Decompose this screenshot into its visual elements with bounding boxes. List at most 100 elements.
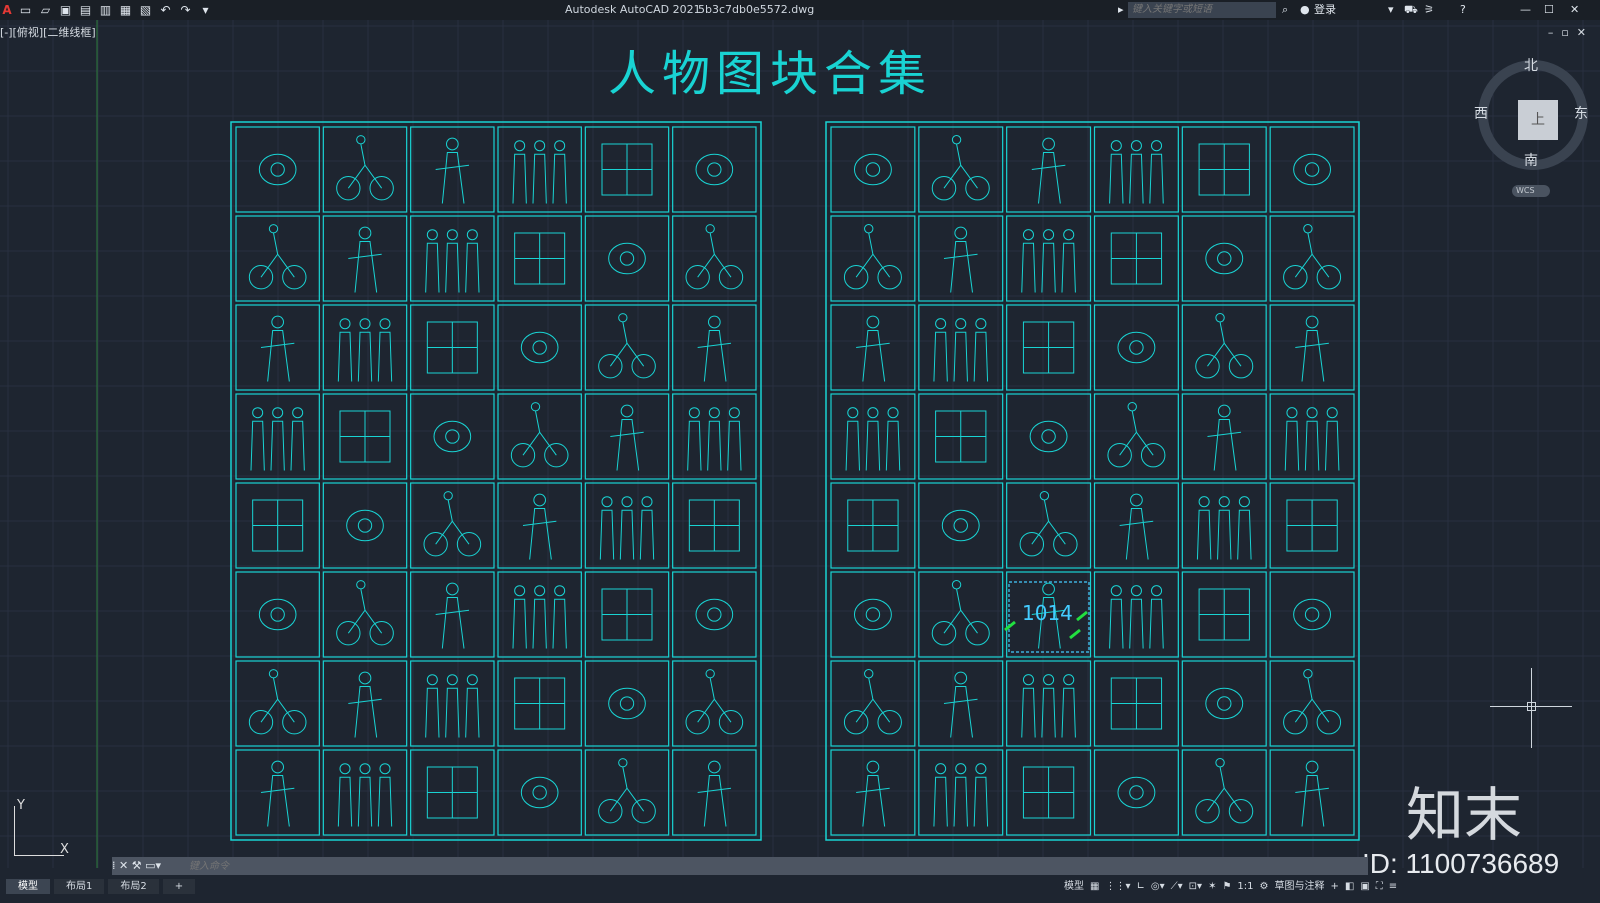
undo-icon[interactable]: ↶: [157, 2, 174, 18]
help-icon[interactable]: ?: [1460, 2, 1466, 18]
right-block-figure: [1041, 429, 1056, 444]
right-block-figure: [954, 671, 968, 685]
ortho-icon[interactable]: ∟: [1136, 879, 1144, 895]
left-block-figure: [533, 493, 547, 507]
cart-icon[interactable]: ⛟: [1404, 2, 1418, 18]
left-block-figure: [599, 509, 615, 560]
tab-layout1[interactable]: 布局1: [54, 879, 105, 894]
left-block-cell: [410, 660, 495, 747]
tab-model[interactable]: 模型: [6, 879, 50, 894]
left-block-figure: [377, 331, 393, 382]
search-icon[interactable]: ⌕: [1282, 2, 1288, 18]
compass-west[interactable]: 西: [1474, 103, 1488, 123]
viewcube-top-face[interactable]: 上: [1518, 100, 1558, 140]
customize-dropdown-icon[interactable]: ▾: [197, 2, 214, 18]
command-history-icon[interactable]: ▭▾: [145, 859, 161, 872]
right-block-figure: [867, 407, 879, 419]
isolate-icon[interactable]: ◧: [1345, 879, 1354, 895]
save-icon[interactable]: ▣: [57, 2, 74, 18]
grid-icon[interactable]: ▦: [1090, 879, 1099, 895]
drawing-minimize-icon[interactable]: –: [1548, 26, 1562, 39]
left-block-figure: [435, 152, 470, 204]
customization-menu-icon[interactable]: ≡: [1389, 879, 1397, 895]
command-input[interactable]: [185, 857, 885, 875]
drawing-restore-icon[interactable]: ▫: [1561, 26, 1576, 39]
left-block-figure: [619, 251, 635, 266]
left-block-figure: [618, 758, 628, 768]
left-block-figure: [727, 420, 742, 471]
left-block-figure: [514, 140, 526, 152]
polar-icon[interactable]: ◎▾: [1151, 879, 1165, 895]
osnap-icon[interactable]: ⊡▾: [1189, 879, 1202, 895]
right-block-figure: [1207, 419, 1242, 471]
close-command-icon[interactable]: ✕: [119, 859, 128, 872]
annotation-scale-label[interactable]: 1:1: [1237, 879, 1253, 895]
grip-icon[interactable]: ⁞: [112, 859, 116, 872]
left-block-figure: [530, 402, 541, 412]
search-input[interactable]: [1128, 2, 1276, 18]
tab-layout2[interactable]: 布局2: [108, 879, 159, 894]
compass-south[interactable]: 南: [1524, 150, 1538, 170]
right-block-figure: [1129, 340, 1144, 355]
right-block-cell: [918, 215, 1004, 302]
quick-access-toolbar: A ▭ ▱ ▣ ▤ ▥ ▦ ▧ ↶ ↷ ▾: [0, 2, 214, 18]
expand-arrow-icon[interactable]: ▸: [1118, 2, 1124, 18]
left-block-cell: [672, 304, 757, 391]
autocad-logo-icon[interactable]: A: [0, 2, 14, 18]
right-block-figure: [1294, 677, 1330, 723]
right-block-cell: [918, 482, 1004, 569]
right-block-cell: [1093, 126, 1179, 213]
left-block-figure: [608, 687, 646, 720]
workspace-switch[interactable]: 草图与注释: [1274, 879, 1324, 895]
right-block-figure: [1041, 687, 1056, 738]
minimize-icon[interactable]: —: [1520, 2, 1531, 18]
print-icon[interactable]: ▧: [137, 2, 154, 18]
left-block-figure: [348, 241, 382, 293]
settings-gear-icon[interactable]: ⚙: [1260, 879, 1269, 895]
right-block-figure: [1022, 229, 1034, 241]
left-block-figure: [443, 491, 453, 501]
login-dropdown-icon[interactable]: ▾: [1388, 2, 1394, 18]
viewport-controls-label[interactable]: [-][俯视][二维线框]: [0, 24, 96, 40]
customize-wrench-icon[interactable]: ⚒: [132, 859, 142, 872]
clean-screen-icon[interactable]: ⛶: [1376, 879, 1383, 895]
redo-icon[interactable]: ↷: [177, 2, 194, 18]
wcs-menu[interactable]: WCS: [1512, 185, 1550, 197]
left-block-figure: [552, 598, 567, 649]
a360-icon[interactable]: ⚞: [1424, 2, 1434, 18]
plus-icon[interactable]: +: [1330, 879, 1338, 895]
new-file-icon[interactable]: ▭: [17, 2, 34, 18]
login-button[interactable]: 登录: [1314, 2, 1336, 18]
left-block-figure: [695, 153, 734, 186]
isodraft-icon[interactable]: ⟋▾: [1171, 879, 1183, 895]
snap-icon[interactable]: ⋮⋮▾: [1105, 879, 1130, 895]
right-block-figure: [1031, 499, 1066, 545]
left-block-cell: [584, 393, 670, 480]
publish-icon[interactable]: ▥: [97, 2, 114, 18]
add-layout-button[interactable]: +: [162, 879, 196, 894]
maximize-icon[interactable]: ☐: [1544, 2, 1554, 18]
save-as-icon[interactable]: ▤: [77, 2, 94, 18]
drawing-canvas[interactable]: 1014: [0, 20, 1600, 868]
compass-north[interactable]: 北: [1524, 55, 1538, 75]
plot-icon[interactable]: ▦: [117, 2, 134, 18]
drawing-svg: 1014: [0, 20, 1600, 868]
left-block-figure: [685, 265, 710, 290]
close-icon[interactable]: ✕: [1570, 2, 1579, 18]
user-icon[interactable]: ●: [1300, 2, 1310, 18]
right-block-cell: [1269, 304, 1355, 391]
annotation-visibility-icon[interactable]: ✶: [1208, 879, 1216, 895]
compass-east[interactable]: 东: [1574, 103, 1588, 123]
ucs-icon: [14, 806, 64, 856]
hardware-icon[interactable]: ▣: [1360, 879, 1369, 895]
autocad-window: 1014 人物图块合集 A ▭ ▱ ▣ ▤ ▥ ▦ ▧ ↶ ↷ ▾ Autode…: [0, 0, 1600, 903]
annotation-scale-icon[interactable]: ⚑: [1222, 879, 1231, 895]
left-block-figure: [532, 340, 547, 355]
open-file-icon[interactable]: ▱: [37, 2, 54, 18]
ucs-y-label: Y: [17, 798, 25, 813]
right-block-figure: [865, 420, 881, 471]
model-space-button[interactable]: 模型: [1064, 879, 1084, 895]
left-block-figure: [339, 763, 351, 775]
drawing-close-icon[interactable]: ✕: [1577, 26, 1594, 39]
left-block-figure: [609, 321, 645, 367]
